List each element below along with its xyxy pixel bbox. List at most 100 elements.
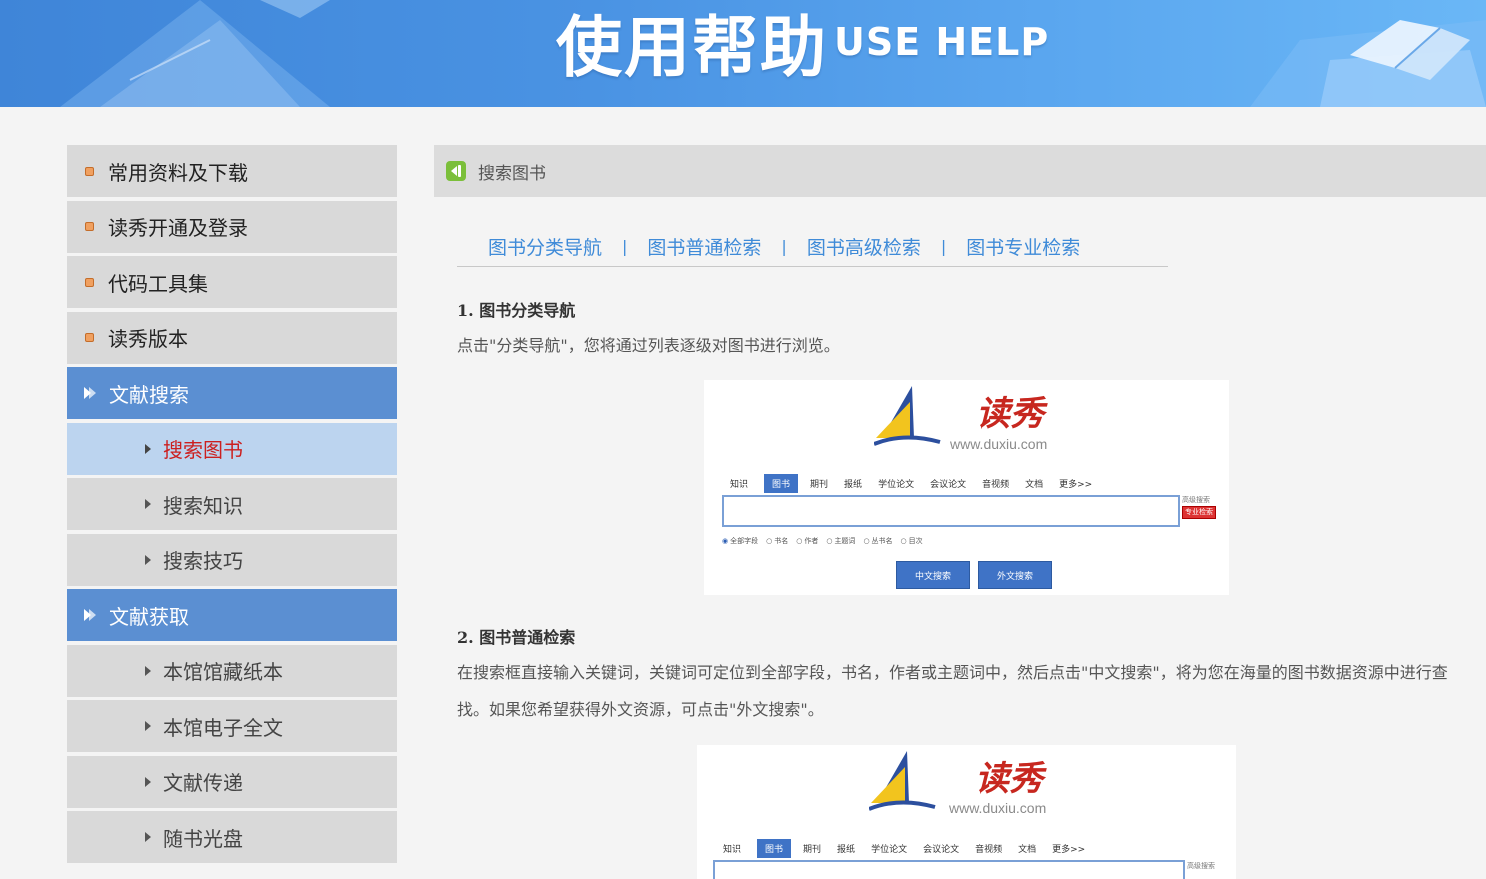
sidebar-item-common-downloads[interactable]: 常用资料及下载	[67, 145, 397, 197]
duxiu-url: www.duxiu.com	[949, 800, 1047, 816]
nav-item: 音视频	[975, 845, 1003, 855]
help-tabs: 图书分类导航 | 图书普通检索 | 图书高级检索 | 图书专业检索	[457, 226, 1168, 267]
sidebar-item-book-cd[interactable]: 随书光盘	[67, 811, 397, 863]
nav-item: 期刊	[810, 480, 829, 490]
tab-basic-search[interactable]: 图书普通检索	[647, 233, 761, 260]
radio-option: 全部字段	[722, 536, 758, 546]
sidebar-item-label: 随书光盘	[163, 826, 243, 851]
tab-expert-search[interactable]: 图书专业检索	[966, 233, 1080, 260]
sidebar-item-label: 搜索技巧	[163, 549, 243, 573]
nav-item: 报纸	[837, 845, 856, 855]
radio-option: 作者	[796, 536, 818, 546]
screenshot-nav: 知识 图书 期刊 报纸 学位论文 会议论文 音视频 文档 更多>>	[723, 839, 1101, 858]
tab-separator: |	[781, 236, 787, 256]
sidebar-item-library-print[interactable]: 本馆馆藏纸本	[67, 644, 397, 697]
sidebar-item-label: 代码工具集	[108, 271, 208, 296]
nav-item: 知识	[730, 480, 749, 490]
nav-item-active: 图书	[764, 474, 799, 493]
content-header: 搜索图书	[434, 145, 1486, 197]
sidebar-section-literature-search[interactable]: 文献搜索	[67, 367, 397, 419]
sidebar-item-search-tips[interactable]: 搜索技巧	[67, 533, 397, 586]
nav-item: 知识	[723, 845, 742, 855]
sidebar-menu: 常用资料及下载 读秀开通及登录 代码工具集 读秀版本 文献搜索 搜索图书 搜索知…	[67, 145, 397, 867]
back-speaker-icon	[446, 161, 466, 181]
nav-item: 更多>>	[1059, 480, 1093, 490]
screenshot-search-box	[722, 495, 1180, 527]
section-text: 在搜索框直接输入关键词，关键词可定位到全部字段，书名，作者或主题词中，然后点击"…	[457, 663, 1448, 719]
header-banner: 使用帮助 USE HELP	[0, 0, 1486, 107]
section-text: 点击"分类导航"，您将通过列表逐级对图书进行浏览。	[457, 336, 840, 355]
section-title: 1. 图书分类导航	[457, 301, 576, 320]
bullet-icon	[85, 166, 94, 176]
nav-item-active: 图书	[757, 839, 792, 858]
nav-item: 会议论文	[930, 480, 967, 490]
radio-option: 丛书名	[863, 536, 893, 546]
sidebar-item-label: 读秀版本	[108, 327, 188, 351]
radio-option: 主题词	[826, 536, 855, 546]
screenshot-side-links: 高级搜索	[1187, 861, 1215, 872]
bullet-icon	[85, 277, 94, 287]
sidebar-item-label: 搜索知识	[163, 493, 243, 518]
screenshot-search-box	[713, 860, 1185, 879]
duxiu-logo-text: 读秀	[976, 394, 1044, 434]
tab-category-nav[interactable]: 图书分类导航	[488, 233, 602, 260]
sidebar-item-label: 文献传递	[163, 771, 243, 795]
nav-item: 文档	[1025, 480, 1044, 490]
screenshot-side-links: 高级搜索 专业检索	[1182, 495, 1216, 519]
sidebar-item-library-ebooks[interactable]: 本馆电子全文	[67, 700, 397, 752]
nav-item: 文档	[1018, 845, 1037, 855]
sidebar-item-label: 搜索图书	[163, 438, 243, 462]
chinese-search-button: 中文搜索	[896, 561, 970, 589]
bullet-icon	[85, 333, 94, 342]
banner-subtitle: USE HELP	[834, 20, 1050, 64]
radio-option: 书名	[766, 536, 788, 546]
nav-item: 会议论文	[923, 845, 960, 855]
caret-right-icon	[145, 443, 151, 454]
nav-item: 报纸	[844, 480, 863, 490]
foreign-search-button: 外文搜索	[978, 561, 1052, 589]
advanced-link: 高级搜索	[1187, 862, 1215, 870]
sidebar-item-document-delivery[interactable]: 文献传递	[67, 755, 397, 808]
screenshot-buttons: 中文搜索 外文搜索	[896, 561, 1060, 589]
nav-item: 期刊	[803, 845, 822, 855]
sidebar-item-label: 本馆馆藏纸本	[163, 660, 283, 684]
banner-title: 使用帮助	[556, 9, 828, 86]
sidebar-section-label: 文献搜索	[109, 382, 189, 407]
caret-right-icon	[145, 776, 151, 787]
sidebar-item-search-knowledge[interactable]: 搜索知识	[67, 478, 397, 530]
duxiu-logo-icon	[869, 751, 936, 811]
duxiu-logo-text: 读秀	[975, 759, 1043, 799]
radio-option: 目次	[901, 536, 923, 546]
tab-advanced-search[interactable]: 图书高级检索	[807, 233, 921, 260]
sidebar-item-label: 常用资料及下载	[108, 160, 248, 185]
caret-right-icon	[145, 665, 151, 676]
screenshot-nav: 知识 图书 期刊 报纸 学位论文 会议论文 音视频 文档 更多>>	[730, 474, 1108, 493]
tab-separator: |	[940, 236, 947, 256]
caret-right-icon	[145, 499, 151, 509]
nav-item: 音视频	[982, 480, 1010, 490]
sidebar-item-activation-login[interactable]: 读秀开通及登录	[67, 200, 397, 253]
section-title: 2. 图书普通检索	[457, 628, 576, 647]
screenshot-search-page: 读秀 www.duxiu.com 知识 图书 期刊 报纸 学位论文 会议论文 音…	[704, 380, 1229, 595]
caret-right-icon	[145, 832, 151, 842]
screenshot-search-page: 读秀 www.duxiu.com 知识 图书 期刊 报纸 学位论文 会议论文 音…	[697, 745, 1236, 879]
sidebar-item-versions[interactable]: 读秀版本	[67, 311, 397, 364]
bullet-icon	[85, 222, 94, 231]
page-title: 搜索图书	[478, 163, 546, 184]
caret-right-icon	[145, 721, 151, 731]
sidebar-item-label: 本馆电子全文	[163, 715, 283, 740]
sidebar-item-code-tools[interactable]: 代码工具集	[67, 256, 397, 308]
double-chevron-right-icon	[83, 607, 99, 623]
sidebar-section-literature-access[interactable]: 文献获取	[67, 589, 397, 641]
sidebar-item-label: 读秀开通及登录	[108, 216, 248, 240]
expert-link: 专业检索	[1182, 506, 1216, 519]
duxiu-logo-icon	[874, 386, 941, 446]
nav-item: 更多>>	[1052, 845, 1086, 855]
caret-right-icon	[145, 554, 151, 565]
duxiu-url: www.duxiu.com	[950, 436, 1048, 452]
tab-separator: |	[622, 236, 628, 256]
double-chevron-right-icon	[83, 385, 99, 401]
screenshot-radios: 全部字段 书名 作者 主题词 丛书名 目次	[722, 536, 931, 546]
advanced-link: 高级搜索	[1182, 496, 1210, 504]
sidebar-item-search-books[interactable]: 搜索图书	[67, 422, 397, 475]
